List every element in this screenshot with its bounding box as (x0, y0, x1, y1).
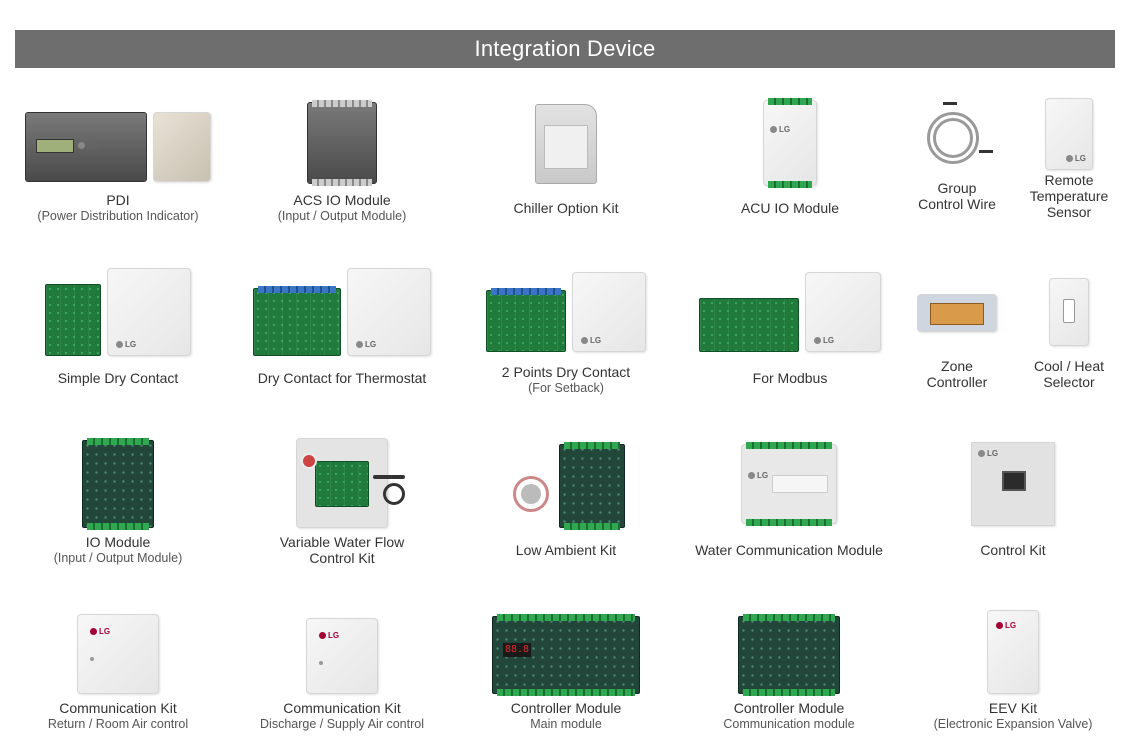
device-name: Chiller Option Kit (513, 200, 619, 216)
device-name: IO Module (85, 534, 151, 550)
device-name: Cool / Heat Selector (1033, 358, 1105, 390)
device-cool-heat-selector: Cool / Heat Selector (1020, 276, 1118, 392)
device-controller-module-main: 88.8 Controller Module Main module (486, 612, 646, 736)
device-name: For Modbus (752, 370, 828, 386)
device-name: Control Kit (980, 542, 1046, 558)
communication-kit-image: LG (306, 618, 378, 694)
logo: LG (748, 471, 768, 480)
controller-comm-image (738, 614, 840, 696)
motor-image (507, 468, 553, 528)
io-module-image (82, 438, 154, 530)
water-flow-kit-image (296, 438, 405, 528)
device-subtitle: Discharge / Supply Air control (260, 717, 424, 731)
communication-kit-image: LG (77, 614, 159, 694)
device-name: ACS IO Module (293, 192, 391, 208)
enclosure-image: LG (805, 272, 881, 352)
device-name: Simple Dry Contact (57, 370, 179, 386)
logo: LG (581, 336, 601, 345)
control-kit-image: LG (971, 442, 1055, 526)
device-acs-io-module: ACS IO Module (Input / Output Module) (252, 100, 432, 230)
logo: LG (90, 627, 110, 636)
logo: LG (814, 336, 834, 345)
logo: LG (319, 631, 339, 640)
device-group-control-wire: Group Control Wire (904, 96, 1010, 230)
device-low-ambient-kit: Low Ambient Kit (486, 438, 646, 568)
device-controller-module-communication: Controller Module Communication module (712, 612, 866, 736)
logo: LG (996, 621, 1016, 630)
water-comm-module-image: LG (741, 442, 837, 526)
device-remote-temperature-sensor: LG Remote Temperature Sensor (1020, 96, 1118, 230)
device-2-points-dry-contact: LG 2 Points Dry Contact (For Setback) (476, 270, 656, 395)
device-pdi: LG PDI (Power Distribution Indicator) (20, 100, 216, 230)
device-subtitle: (Input / Output Module) (53, 551, 183, 565)
selector-switch-image (1049, 278, 1089, 346)
device-subtitle: (For Setback) (528, 381, 604, 395)
device-control-kit: LG Control Kit (946, 440, 1080, 568)
device-zone-controller: Zone Controller (906, 280, 1008, 392)
device-name: Low Ambient Kit (515, 542, 617, 558)
device-subtitle: (Electronic Expansion Valve) (933, 717, 1093, 731)
device-name: Group Control Wire (918, 180, 996, 212)
device-name: Communication Kit (283, 700, 401, 716)
device-subtitle: Return / Room Air control (47, 717, 189, 731)
device-acu-io-module: LG ACU IO Module (710, 96, 870, 230)
wire-coil-image (921, 100, 993, 174)
logo: LG (1066, 154, 1086, 163)
pcb-image (699, 298, 799, 352)
device-name: Remote Temperature Sensor (1029, 172, 1109, 220)
section-header: Integration Device (15, 30, 1115, 68)
logo: LG (978, 449, 998, 458)
device-name: Controller Module (733, 700, 845, 716)
pcb-image (45, 284, 101, 356)
device-dry-contact-thermostat: LG Dry Contact for Thermostat (244, 266, 440, 392)
device-name: 2 Points Dry Contact (501, 364, 631, 380)
device-for-modbus: LG For Modbus (694, 270, 886, 392)
chiller-option-kit-image (535, 104, 597, 184)
enclosure-image: LG (572, 272, 646, 352)
pdi-unit-image: LG (25, 112, 147, 182)
device-water-communication-module: LG Water Communication Module (688, 438, 890, 568)
device-chiller-option-kit: Chiller Option Kit (486, 100, 646, 230)
device-subtitle: Communication module (723, 717, 855, 731)
device-name: ACU IO Module (740, 200, 840, 216)
device-subtitle: (Power Distribution Indicator) (37, 209, 199, 223)
device-subtitle: Main module (530, 717, 602, 731)
device-name: EEV Kit (988, 700, 1038, 716)
device-name: Variable Water Flow Control Kit (279, 534, 405, 566)
digit-display: 88.8 (503, 643, 532, 657)
device-name: Controller Module (510, 700, 622, 716)
device-name: PDI (106, 192, 130, 208)
device-name: Water Communication Module (695, 542, 883, 558)
device-io-module: IO Module (Input / Output Module) (30, 436, 206, 570)
logo: LG (356, 340, 376, 349)
pcb-image (253, 286, 341, 356)
pcb-image (486, 288, 566, 352)
device-eev-kit: LG EEV Kit (Electronic Expansion Valve) (930, 608, 1096, 736)
device-name: Communication Kit (59, 700, 177, 716)
pdi-cover-image (153, 112, 211, 182)
controller-main-image: 88.8 (492, 614, 640, 696)
temperature-sensor-image: LG (1045, 98, 1093, 170)
device-communication-kit-discharge: LG Communication Kit Discharge / Supply … (254, 612, 430, 736)
logo: LG (78, 141, 98, 150)
enclosure-image: LG (107, 268, 191, 356)
page-title: Integration Device (474, 36, 656, 61)
zone-controller-image (917, 294, 997, 332)
logo: LG (116, 340, 136, 349)
acu-io-module-image: LG (763, 98, 817, 188)
device-subtitle: (Input / Output Module) (277, 209, 407, 223)
enclosure-image: LG (347, 268, 431, 356)
pcb-image (559, 442, 625, 530)
logo: LG (770, 125, 790, 134)
acs-io-module-image (307, 100, 377, 186)
device-communication-kit-return: LG Communication Kit Return / Room Air c… (36, 612, 200, 736)
device-variable-water-flow-kit: Variable Water Flow Control Kit (256, 434, 428, 568)
device-simple-dry-contact: LG Simple Dry Contact (30, 266, 206, 392)
device-name: Dry Contact for Thermostat (257, 370, 427, 386)
eev-kit-image: LG (987, 610, 1039, 694)
device-name: Zone Controller (926, 358, 988, 390)
